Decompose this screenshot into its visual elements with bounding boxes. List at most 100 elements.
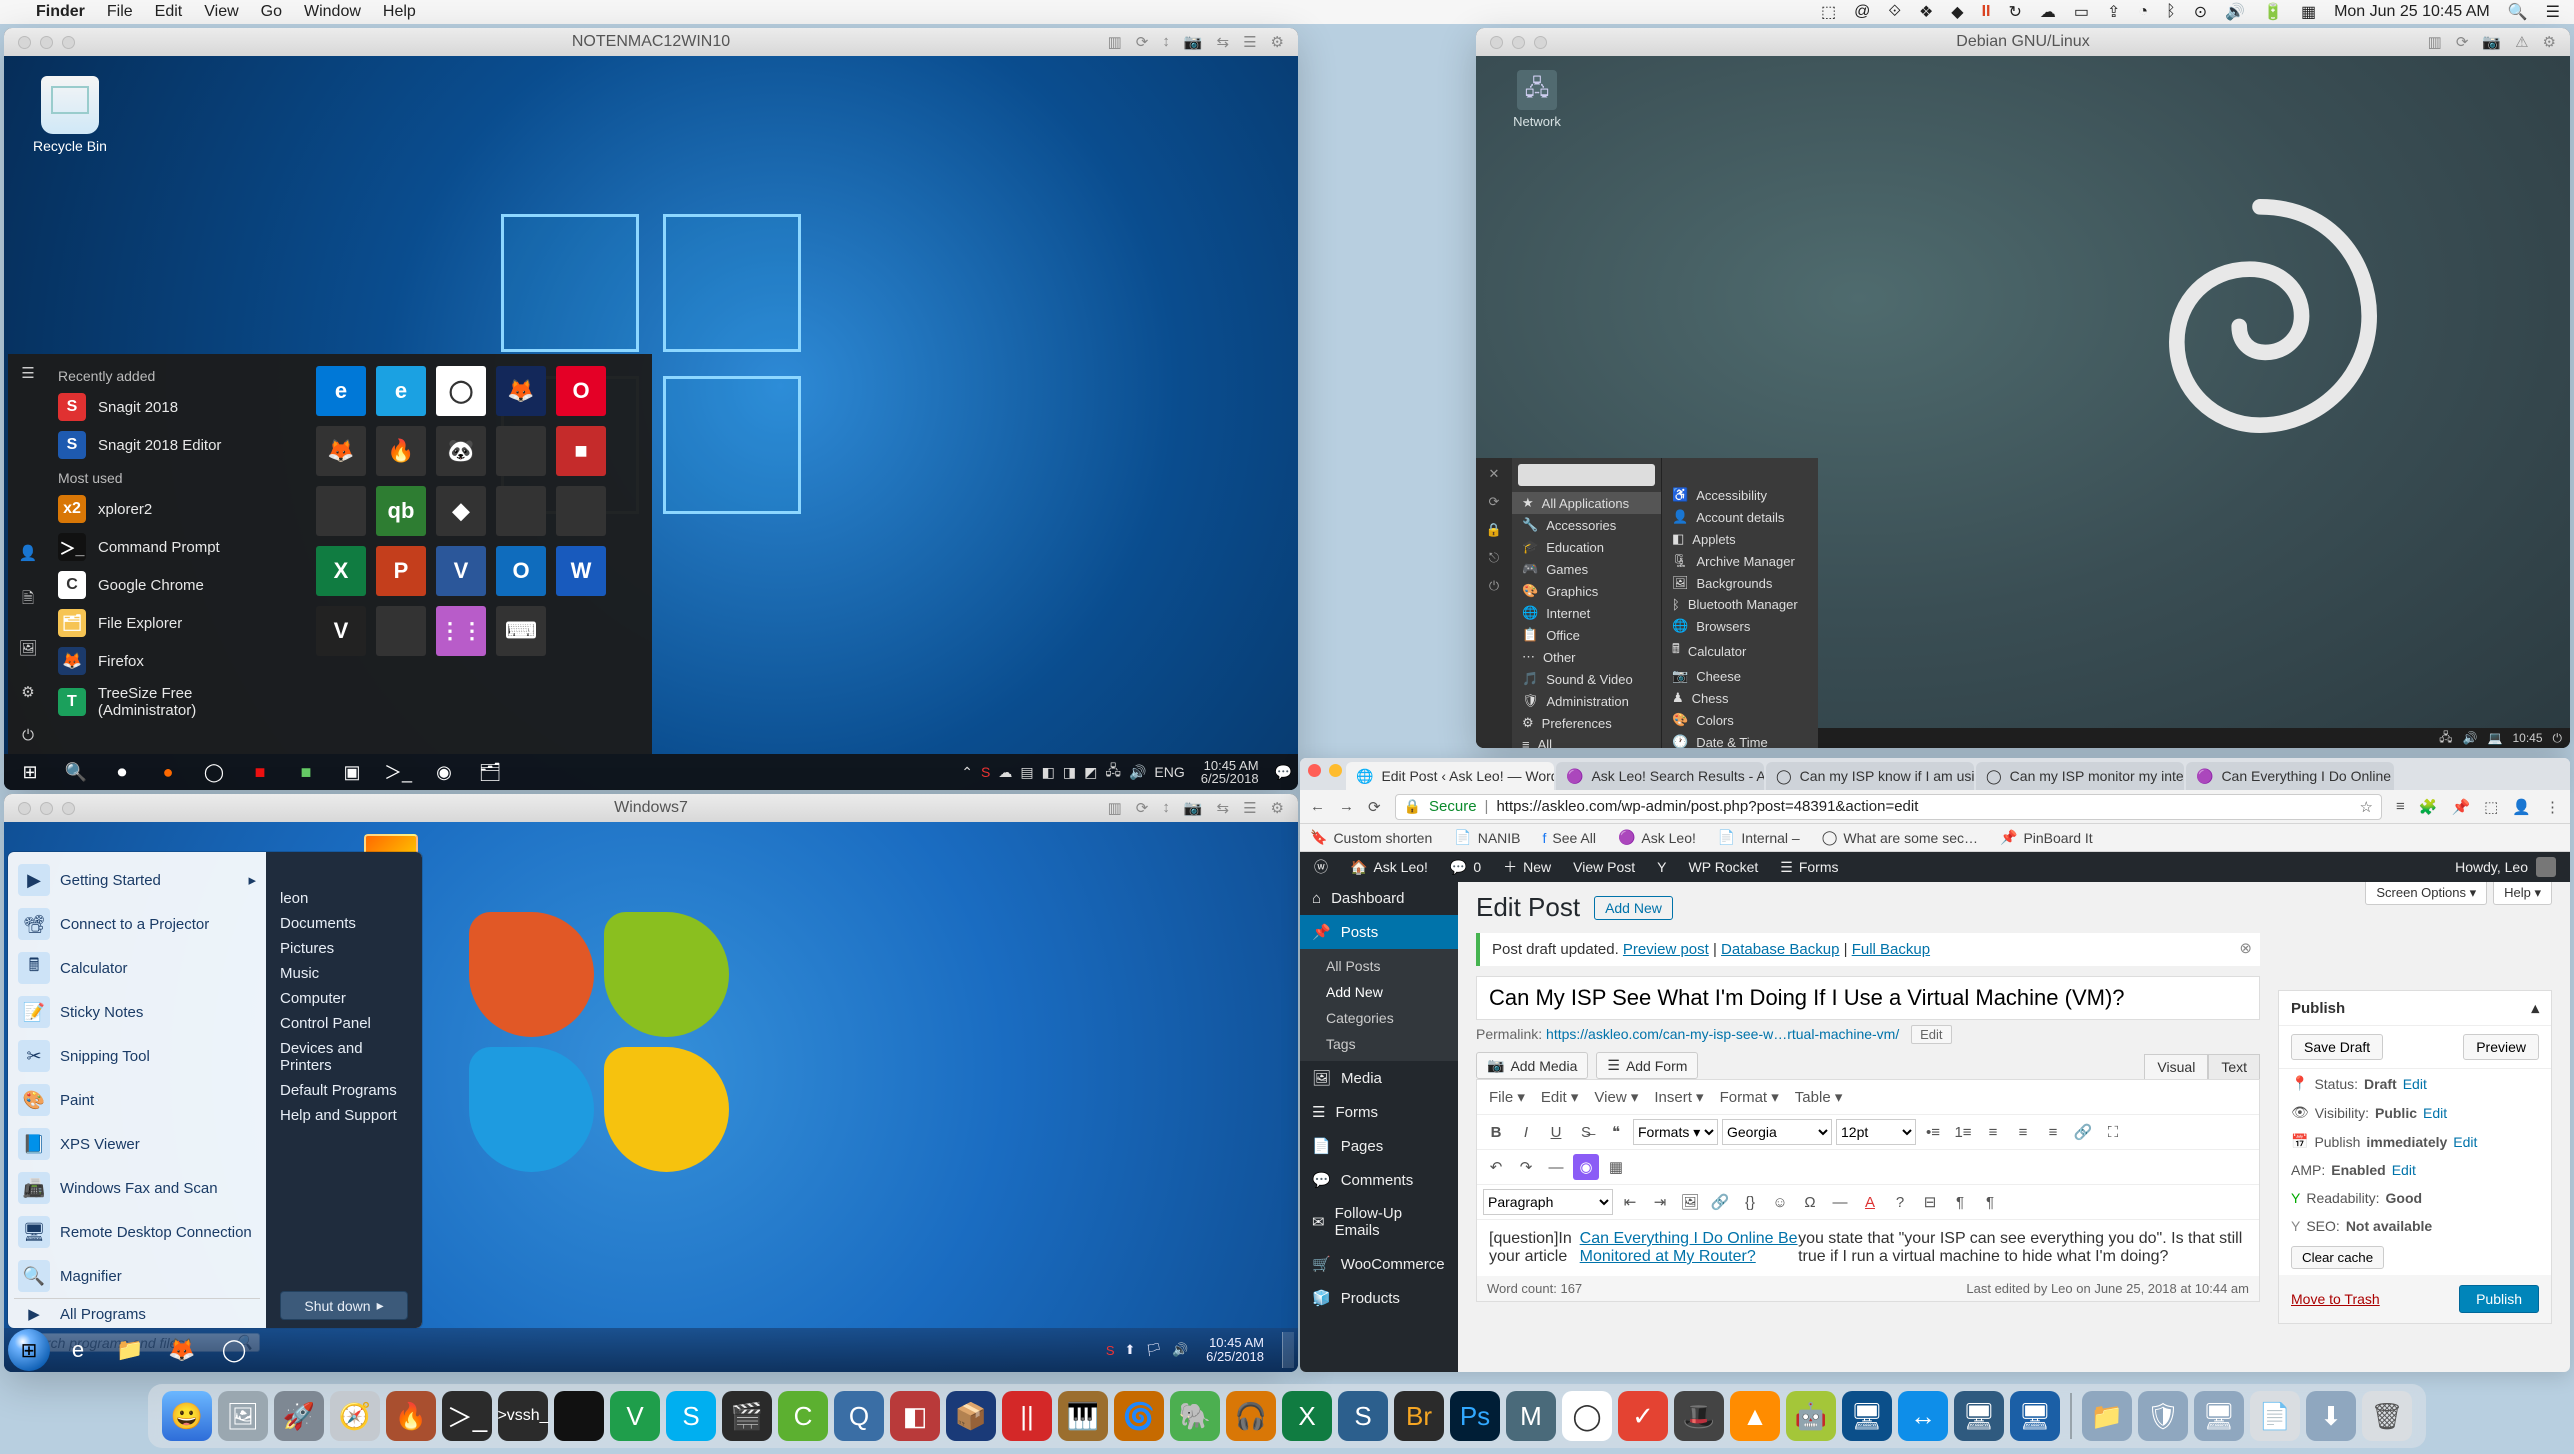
code-icon[interactable]: {} bbox=[1737, 1189, 1763, 1215]
tile[interactable] bbox=[496, 486, 546, 536]
dock-trash[interactable]: 🗑 bbox=[2362, 1391, 2412, 1441]
emoji-icon[interactable]: ☺ bbox=[1767, 1189, 1793, 1215]
start-right-item[interactable]: Pictures bbox=[280, 940, 408, 957]
preview-button[interactable]: Preview bbox=[2463, 1034, 2539, 1060]
taskbar-pin[interactable]: ◉ bbox=[424, 756, 464, 788]
sidebar-item-comments[interactable]: 💬Comments bbox=[1300, 1163, 1458, 1197]
tile-visio[interactable]: V bbox=[436, 546, 486, 596]
start-app[interactable]: ＞_Command Prompt bbox=[54, 528, 298, 566]
tile-powerpoint[interactable]: P bbox=[376, 546, 426, 596]
dock-icon[interactable] bbox=[554, 1391, 604, 1441]
tray-icon[interactable]: ☁ bbox=[998, 764, 1012, 781]
dock-evernote[interactable]: 🐘 bbox=[1170, 1391, 1220, 1441]
launcher-category[interactable]: 🎮Games bbox=[1512, 558, 1661, 580]
tile-chrome[interactable]: ◯ bbox=[436, 366, 486, 416]
status-icon[interactable]: ☁ bbox=[2040, 2, 2056, 22]
sidebar-item-products[interactable]: 🧊Products bbox=[1300, 1281, 1458, 1315]
sidebar-sub-item[interactable]: All Posts bbox=[1300, 953, 1458, 979]
status-icon[interactable]: ◔ bbox=[2138, 3, 2148, 21]
statusbar-icon[interactable]: ⏻ bbox=[2553, 731, 2563, 746]
taskbar-pin[interactable]: ＞_ bbox=[378, 756, 418, 788]
font-select[interactable]: Georgia bbox=[1722, 1119, 1832, 1145]
browser-tab[interactable]: ◯Can my ISP monitor my inter× bbox=[1976, 762, 2184, 790]
sidebar-item-posts[interactable]: 📌Posts bbox=[1300, 915, 1458, 949]
dock-launchpad[interactable]: 🚀 bbox=[274, 1391, 324, 1441]
adminbar-yoast[interactable]: Y bbox=[1657, 859, 1666, 875]
status-icon[interactable]: ▭ bbox=[2074, 2, 2089, 22]
volume-icon[interactable]: 🔊 bbox=[2225, 2, 2245, 22]
vm-titlebar[interactable]: NOTENMAC12WIN10 ▥⟳↕📷⇆☰⚙ bbox=[4, 28, 1298, 56]
tray-icon[interactable]: ⌃ bbox=[961, 764, 973, 781]
ext-icon[interactable]: ≡ bbox=[2396, 798, 2405, 815]
dock-vlc[interactable]: ▲ bbox=[1730, 1391, 1780, 1441]
hr-icon[interactable]: — bbox=[1827, 1189, 1853, 1215]
notice-link[interactable]: Database Backup bbox=[1721, 941, 1839, 958]
sidebar-sub-item[interactable]: Tags bbox=[1300, 1031, 1458, 1057]
start-right-item[interactable]: Control Panel bbox=[280, 1015, 408, 1032]
tile-excel[interactable]: X bbox=[316, 546, 366, 596]
start-app[interactable]: CGoogle Chrome bbox=[54, 566, 298, 604]
tray-icon[interactable]: ◨ bbox=[1063, 764, 1076, 781]
start-item[interactable]: 🖩Calculator bbox=[14, 946, 260, 990]
toggle-icon[interactable]: ▴ bbox=[2531, 999, 2539, 1017]
permalink-url[interactable]: https://askleo.com/can-my-isp-see-w…rtua… bbox=[1546, 1026, 1899, 1042]
launcher-category[interactable]: 🛡Administration bbox=[1512, 690, 1661, 712]
tile-edge[interactable]: e bbox=[316, 366, 366, 416]
taskbar-pin-firefox[interactable]: 🦊 bbox=[158, 1332, 206, 1368]
screen-options-button[interactable]: Screen Options ▾ bbox=[2365, 882, 2487, 905]
mac-menu-window[interactable]: Window bbox=[304, 3, 361, 21]
mac-menu-app[interactable]: Finder bbox=[36, 3, 85, 21]
start-item[interactable]: 🔍Magnifier bbox=[14, 1254, 260, 1298]
tray-icon[interactable]: 🖧 bbox=[1105, 760, 1121, 784]
desktop-icon-network[interactable]: 🖧 Network bbox=[1502, 70, 1572, 129]
launcher-category[interactable]: 📋Office bbox=[1512, 624, 1661, 646]
status-icon[interactable]: ▦ bbox=[2301, 2, 2316, 22]
launcher-app[interactable]: ◧Applets bbox=[1662, 528, 1818, 550]
toolbar-icon[interactable]: ⊟ bbox=[1917, 1189, 1943, 1215]
redo-icon[interactable]: ↷ bbox=[1513, 1154, 1539, 1180]
start-right-item[interactable]: Help and Support bbox=[280, 1107, 408, 1124]
launcher-category[interactable]: ⋯Other bbox=[1512, 646, 1661, 668]
start-orb[interactable]: ⊞ bbox=[8, 1329, 50, 1371]
dock-vim[interactable]: V bbox=[610, 1391, 660, 1441]
ul-icon[interactable]: •≡ bbox=[1920, 1119, 1946, 1145]
bluetooth-icon[interactable]: ᛒ bbox=[2166, 3, 2176, 21]
start-app[interactable]: TTreeSize Free (Administrator) bbox=[54, 680, 298, 724]
adminbar-comments[interactable]: 💬0 bbox=[1450, 859, 1481, 876]
sidebar-item-dashboard[interactable]: ⌂Dashboard bbox=[1300, 882, 1458, 915]
tile[interactable] bbox=[316, 486, 366, 536]
dock-android[interactable]: 🤖 bbox=[1786, 1391, 1836, 1441]
dock-icon[interactable]: 🎩 bbox=[1674, 1391, 1724, 1441]
status-icon[interactable]: ⇪ bbox=[2107, 2, 2120, 22]
start-right-item[interactable]: Documents bbox=[280, 915, 408, 932]
align-right-icon[interactable]: ≡ bbox=[2040, 1119, 2066, 1145]
link-icon[interactable]: 🔗 bbox=[2070, 1119, 2096, 1145]
launcher-icon[interactable]: ✕ bbox=[1489, 466, 1500, 482]
start-app[interactable]: 🦊Firefox bbox=[54, 642, 298, 680]
mac-menu-file[interactable]: File bbox=[107, 3, 133, 21]
bookmark[interactable]: 🔖Custom shorten bbox=[1310, 829, 1432, 846]
wifi-icon[interactable]: ⊙ bbox=[2194, 2, 2207, 22]
notification-icon[interactable]: ☰ bbox=[2546, 2, 2560, 22]
fullscreen-icon[interactable]: ⛶ bbox=[2100, 1119, 2126, 1145]
start-app[interactable]: SSnagit 2018 bbox=[54, 388, 298, 426]
launcher-app[interactable]: 🎨Colors bbox=[1662, 709, 1818, 731]
start-item[interactable]: 🎨Paint bbox=[14, 1078, 260, 1122]
notice-link[interactable]: Full Backup bbox=[1852, 941, 1930, 958]
dismiss-icon[interactable]: ⊗ bbox=[2239, 939, 2252, 957]
vm-titlebar[interactable]: Debian GNU/Linux ▥⟳📷⚠⚙ bbox=[1476, 28, 2570, 56]
add-new-button[interactable]: Add New bbox=[1594, 896, 1673, 920]
sidebar-item-media[interactable]: 🖼Media bbox=[1300, 1061, 1458, 1095]
align-left-icon[interactable]: ≡ bbox=[1980, 1119, 2006, 1145]
sidebar-item-followup[interactable]: ✉Follow-Up Emails bbox=[1300, 1197, 1458, 1247]
launcher-app[interactable]: 🖩Calculator bbox=[1662, 637, 1818, 665]
sidebar-item-pages[interactable]: 📄Pages bbox=[1300, 1129, 1458, 1163]
status-icon[interactable]: II bbox=[1982, 3, 1991, 21]
adminbar-howdy[interactable]: Howdy, Leo bbox=[2455, 857, 2556, 877]
recycle-bin[interactable]: Recycle Bin bbox=[30, 76, 110, 154]
undo-icon[interactable]: ↶ bbox=[1483, 1154, 1509, 1180]
tile[interactable]: ⌨ bbox=[496, 606, 546, 656]
start-item[interactable]: ✂Snipping Tool bbox=[14, 1034, 260, 1078]
tile[interactable] bbox=[376, 606, 426, 656]
adminbar-forms[interactable]: ☰Forms bbox=[1780, 859, 1838, 876]
